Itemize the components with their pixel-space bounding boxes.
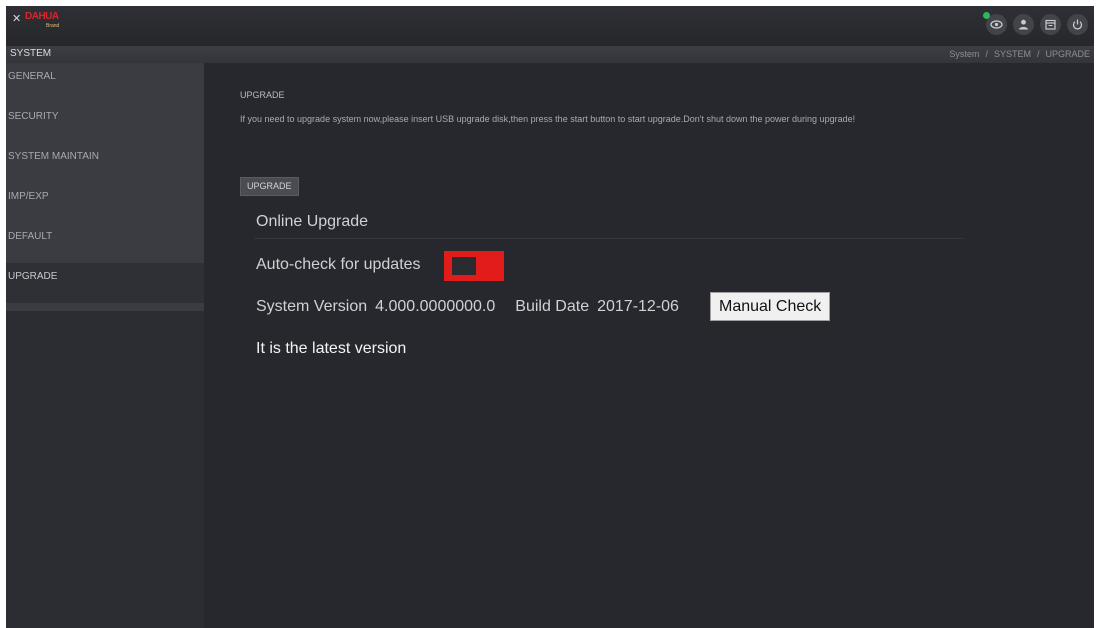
user-icon [1019,19,1028,30]
breadcrumb-separator: / [1036,49,1040,59]
calendar-icon [1045,19,1056,30]
sidebar-empty-area [6,311,204,628]
status-dot [983,12,990,19]
power-icon [1072,19,1083,30]
sidebar-item-label: IMP/EXP [8,191,49,202]
breadcrumb-separator: / [985,49,988,59]
sidebar-item-security[interactable]: SECURITY [6,103,204,143]
user-button[interactable] [1013,14,1034,35]
system-version-label: System Version [256,298,368,315]
breadcrumb-item[interactable]: SYSTEM [994,49,1031,59]
logo-text: DAHUA [25,11,59,22]
sidebar-item-system-maintain[interactable]: SYSTEM MAINTAIN [6,143,204,183]
power-button[interactable] [1067,14,1088,35]
sidebar-item-label: SYSTEM MAINTAIN [8,151,99,162]
page-title: UPGRADE [240,90,285,100]
build-date-label: Build Date [515,298,590,315]
update-status-message: It is the latest version [256,340,407,357]
system-version-value: 4.000.0000000.0 [375,298,496,315]
breadcrumb: System / SYSTEM / UPGRADE [949,49,1090,59]
sidebar-item-label: GENERAL [8,71,56,82]
logo-mark: ✕ [12,12,22,25]
top-bar: ✕ DAHUA Brand [6,6,1094,46]
live-view-button[interactable] [983,12,1007,35]
breadcrumb-bar: SYSTEM System / SYSTEM / UPGRADE [6,46,1094,63]
main-panel: UPGRADE If you need to upgrade system no… [204,63,1094,628]
toggle-knob [452,257,476,275]
upgrade-notice: If you need to upgrade system now,please… [240,114,856,124]
sidebar-item-general[interactable]: GENERAL [6,63,204,103]
manual-check-button[interactable]: Manual Check [710,292,831,321]
toolbar-icons [983,12,1088,36]
app-window: ✕ DAHUA Brand SYSTEM System / SYSTEM / U… [6,6,1094,628]
auto-check-label: Auto-check for updates [256,256,421,273]
version-info-row: System Version 4.000.0000000.0 Build Date 2… [256,298,679,316]
logo-subtext: Brand [46,23,60,29]
section-title: SYSTEM [10,48,52,59]
sidebar-item-label: UPGRADE [8,271,58,282]
upgrade-button[interactable]: UPGRADE [240,177,299,196]
breadcrumb-item-current: UPGRADE [1045,49,1090,59]
sidebar-item-imp-exp[interactable]: IMP/EXP [6,183,204,223]
build-date-value: 2017-12-06 [597,298,679,315]
sidebar-item-label: SECURITY [8,111,59,122]
auto-check-toggle[interactable] [444,251,504,281]
sidebar-item-label: DEFAULT [8,231,53,242]
sidebar-item-upgrade[interactable]: UPGRADE [6,263,204,303]
online-upgrade-heading: Online Upgrade [256,213,369,230]
divider [254,238,964,239]
brand-logo: ✕ DAHUA Brand [10,9,90,33]
live-view-icon [990,20,1003,29]
sidebar-item-default[interactable]: DEFAULT [6,223,204,263]
breadcrumb-item[interactable]: System [949,49,979,59]
calendar-button[interactable] [1040,14,1061,35]
sidebar: GENERAL SECURITY SYSTEM MAINTAIN IMP/EXP… [6,63,204,628]
